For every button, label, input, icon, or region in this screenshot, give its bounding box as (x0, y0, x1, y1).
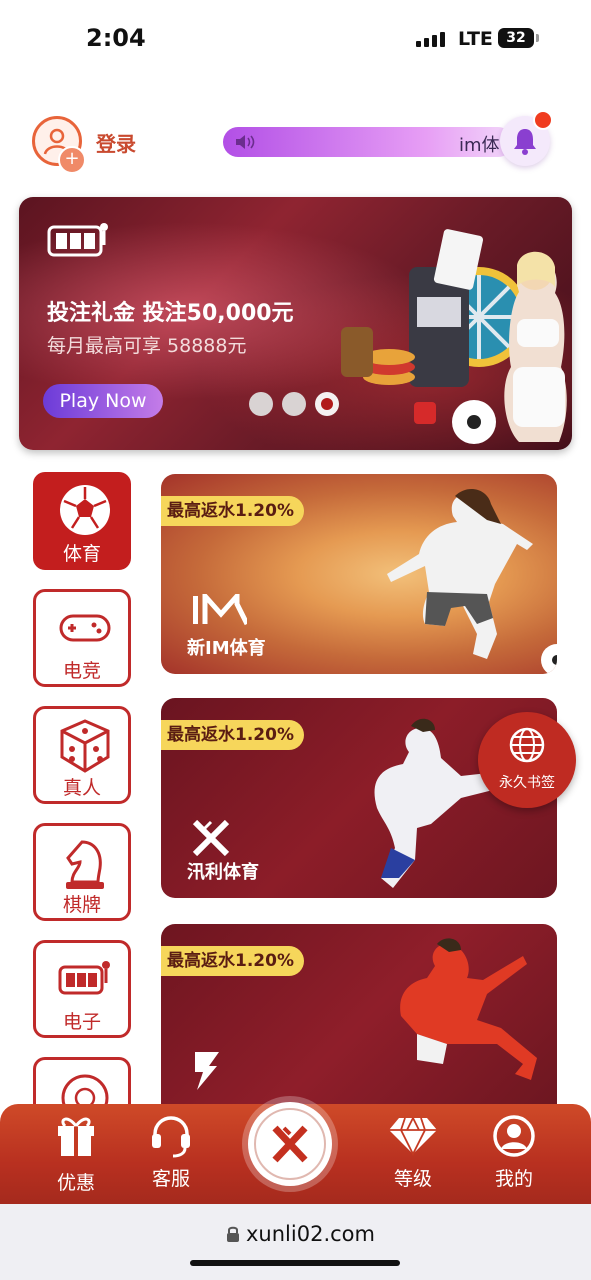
tab-vip-level[interactable]: 等级 (363, 1104, 463, 1204)
bottom-tab-bar: 优惠 客服 等级 我的 (0, 1102, 591, 1204)
im-logo-icon (193, 594, 247, 626)
athlete-illustration (400, 938, 537, 1080)
tab-label: 客服 (151, 1168, 190, 1190)
top-bar: + 登录 im体 (0, 108, 591, 178)
speaker-icon (236, 135, 255, 149)
category-slots[interactable]: 电子 (33, 940, 131, 1038)
url-text: xunli02.com (246, 1222, 375, 1246)
profile-icon (493, 1115, 535, 1157)
carousel-dot[interactable] (249, 392, 273, 416)
marquee-text: im体 (459, 135, 500, 156)
gift-icon (58, 1117, 94, 1156)
status-time: 2:04 (86, 24, 146, 52)
category-esports[interactable]: 电竞 (33, 589, 131, 687)
tab-promotions[interactable]: 优惠 (26, 1104, 126, 1204)
x-logo-icon (272, 1125, 308, 1163)
x-logo-icon (192, 820, 230, 856)
carousel-dot[interactable] (282, 392, 306, 416)
slot-machine-icon (47, 223, 108, 257)
promo-banner[interactable]: 投注礼金 投注50,000元 每月最高可享 58888元 Play Now (19, 197, 572, 450)
category-label: 体育 (62, 543, 101, 565)
chess-knight-icon (66, 840, 104, 889)
category-label: 电子 (62, 1011, 101, 1033)
lock-icon (227, 1226, 239, 1242)
venue-card-im[interactable]: 最高返水1.20% 新IM体育 (161, 474, 557, 674)
tab-label: 优惠 (56, 1172, 95, 1194)
lightning-logo-icon (195, 1052, 219, 1090)
athlete-illustration (387, 489, 557, 674)
battery-icon: 32 (498, 28, 539, 48)
add-icon[interactable]: + (58, 146, 86, 174)
category-label: 棋牌 (62, 894, 101, 916)
announcement-marquee[interactable]: im体 (223, 127, 513, 157)
signal-icon (416, 32, 445, 47)
bookmark-fab[interactable]: 永久书签 (478, 712, 576, 808)
rebate-badge: 最高返水1.20% (161, 946, 304, 976)
category-live-casino[interactable]: 真人 (33, 706, 131, 804)
category-sports[interactable]: 体育 (33, 472, 131, 570)
notification-dot (533, 110, 553, 130)
rebate-badge: 最高返水1.20% (161, 720, 304, 750)
headset-icon (152, 1116, 190, 1158)
category-lottery[interactable] (33, 1057, 131, 1112)
status-bar: 2:04 LTE 32 (0, 0, 591, 80)
home-center-button[interactable] (248, 1102, 332, 1186)
venue-name: 汛利体育 (187, 862, 259, 883)
network-type: LTE (458, 28, 493, 50)
banner-subtitle: 每月最高可享 58888元 (47, 335, 247, 357)
tab-label: 等级 (393, 1168, 432, 1190)
banner-title: 投注礼金 投注50,000元 (47, 301, 294, 326)
venue-name: 新IM体育 (187, 638, 266, 659)
diamond-icon (389, 1117, 437, 1156)
category-label: 电竞 (62, 660, 101, 682)
bookmark-label: 永久书签 (499, 775, 555, 791)
play-now-button[interactable]: Play Now (43, 384, 163, 418)
rebate-badge: 最高返水1.20% (161, 496, 304, 526)
soccer-ball-icon (60, 485, 110, 535)
casino-illustration (341, 229, 567, 444)
center-button-ring (254, 1108, 326, 1180)
tab-profile[interactable]: 我的 (464, 1104, 564, 1204)
login-link[interactable]: 登录 (96, 128, 136, 157)
category-chess-cards[interactable]: 棋牌 (33, 823, 131, 921)
slot-machine-icon (58, 961, 110, 995)
tab-customer-service[interactable]: 客服 (121, 1104, 221, 1204)
home-indicator[interactable] (190, 1260, 400, 1266)
browser-url-bar[interactable]: xunli02.com (0, 1204, 591, 1280)
venue-card-fb[interactable]: 最高返水1.20% (161, 924, 557, 1124)
gamepad-icon (59, 614, 111, 642)
tab-label: 我的 (494, 1168, 533, 1190)
globe-icon (509, 727, 545, 763)
category-label: 真人 (62, 777, 101, 799)
dice-icon (60, 719, 110, 773)
